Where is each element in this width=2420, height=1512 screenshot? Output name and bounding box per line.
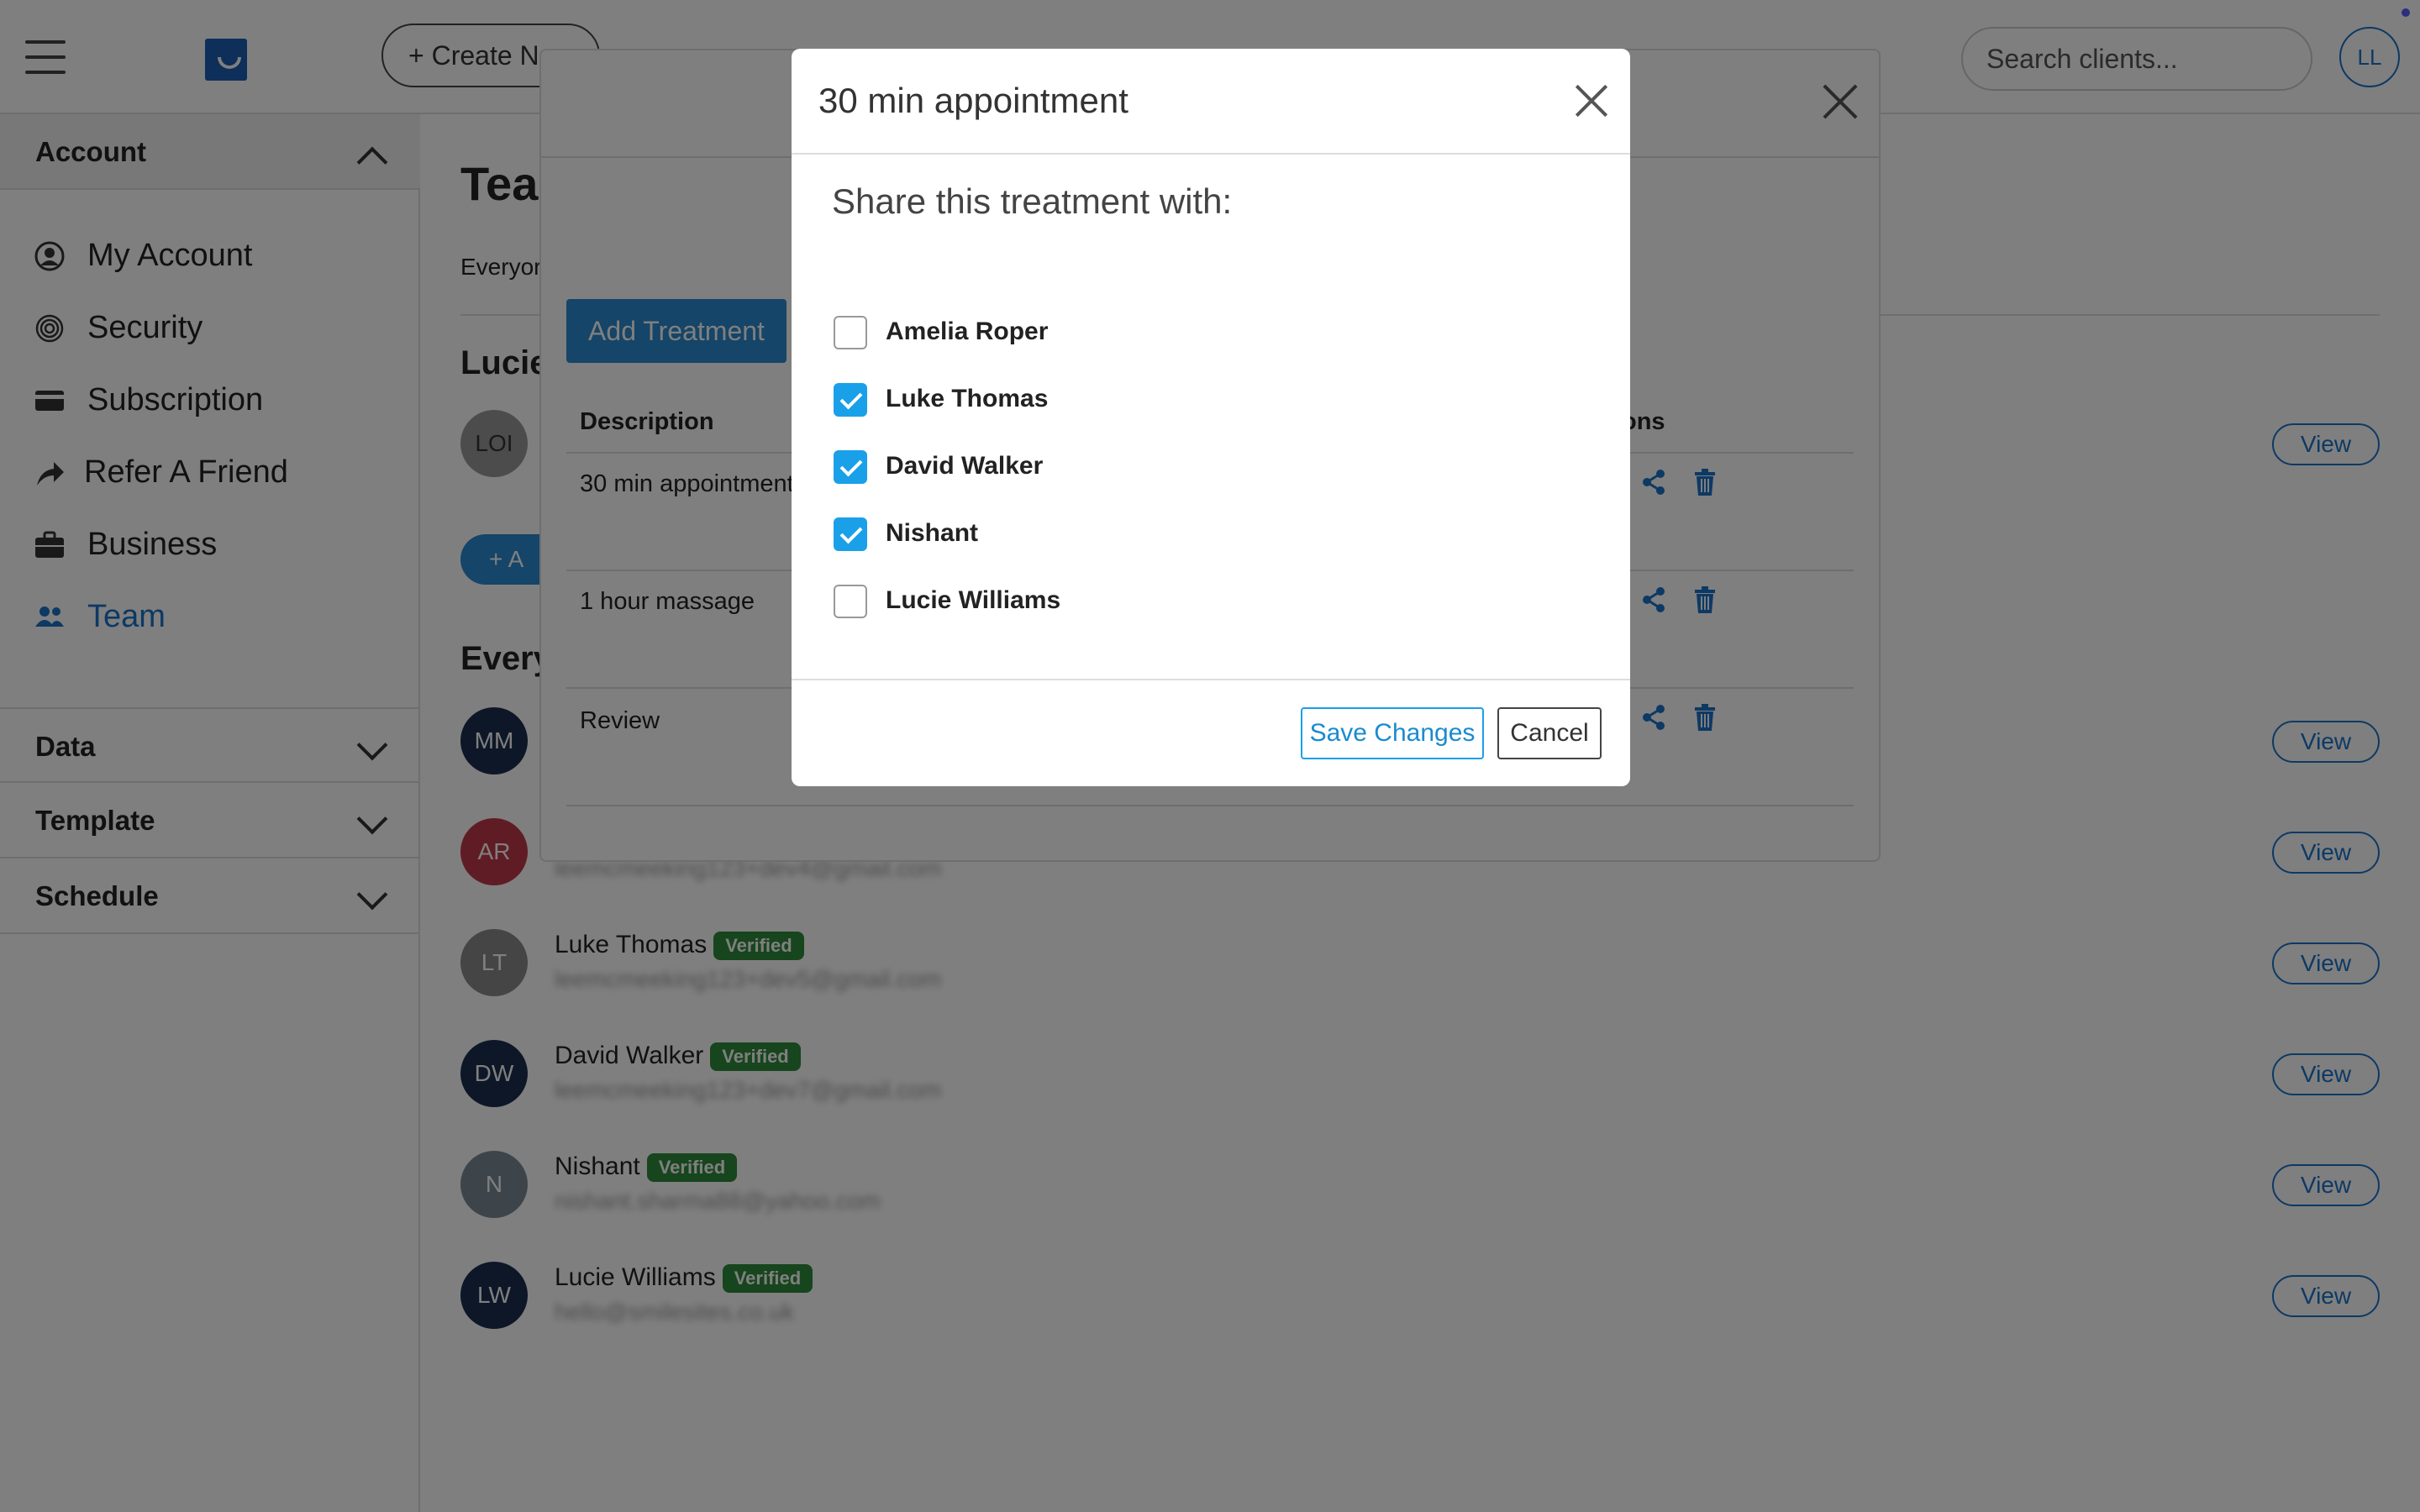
share-option-label: Luke Thomas [886,385,1049,412]
share-option-label: David Walker [886,452,1044,480]
dialog-footer-divider [792,679,1630,680]
share-treatment-dialog: 30 min appointment Share this treatment … [792,49,1630,786]
checkbox[interactable] [834,316,867,349]
share-option-label: Lucie Williams [886,586,1061,614]
cancel-button[interactable]: Cancel [1497,707,1602,759]
checkbox[interactable] [834,517,867,551]
share-option-label: Amelia Roper [886,318,1049,345]
dialog-header-divider [792,153,1630,155]
checkbox[interactable] [834,383,867,417]
share-option-label: Nishant [886,519,979,547]
close-icon[interactable] [1573,82,1610,119]
dialog-subtitle: Share this treatment with: [832,181,1233,221]
dialog-title: 30 min appointment [818,81,1128,120]
save-changes-button[interactable]: Save Changes [1301,707,1484,759]
checkbox[interactable] [834,585,867,618]
checkbox[interactable] [834,450,867,484]
